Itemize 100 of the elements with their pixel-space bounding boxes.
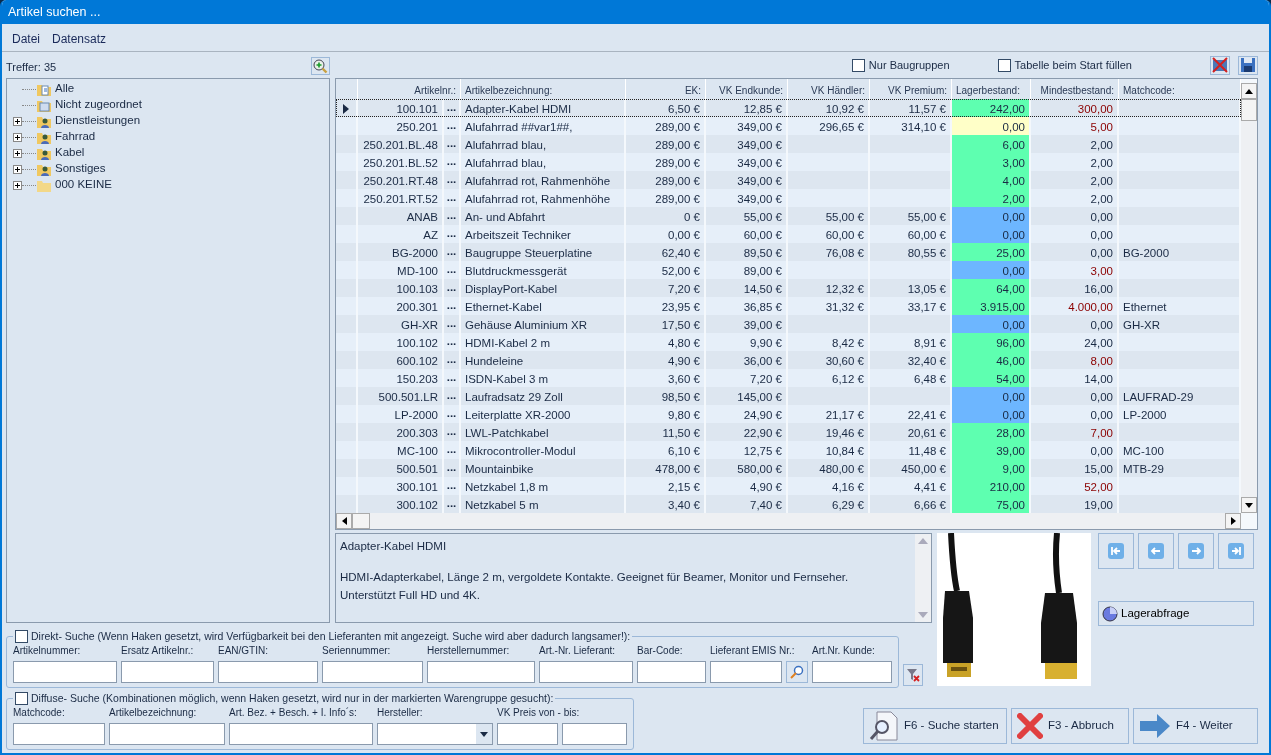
- stock-query-button[interactable]: Lagerabfrage: [1098, 601, 1254, 626]
- save-icon: [1240, 57, 1256, 73]
- dropdown[interactable]: [377, 723, 493, 745]
- stock-cell: 0,00: [952, 261, 1031, 279]
- input-field[interactable]: [637, 661, 706, 683]
- table-row[interactable]: 100.103 ... DisplayPort-Kabel 7,20 € 14,50 € 12,32 € 13,05 € 64,00 16,00: [336, 279, 1241, 297]
- previous-record-button[interactable]: [1138, 533, 1174, 569]
- tree-item[interactable]: Fahrrad: [55, 128, 96, 146]
- stock-cell: 210,00: [952, 477, 1031, 495]
- vertical-scrollbar[interactable]: [915, 534, 931, 622]
- input-field[interactable]: [497, 723, 558, 745]
- action-button[interactable]: F3 - Abbruch: [1011, 708, 1129, 744]
- table-row[interactable]: 300.101 ... Netzkabel 1,8 m 2,15 € 4,90 € 4,16 € 4,41 € 210,00 52,00: [336, 477, 1241, 495]
- stock-cell: 64,00: [952, 279, 1031, 297]
- clear-filter-button[interactable]: [903, 664, 923, 686]
- field-label: Bar-Code:: [637, 644, 684, 658]
- table-row[interactable]: 100.101 ... Adapter-Kabel HDMI 6,50 € 12,85 € 10,92 € 11,57 € 242,00 300,00: [336, 99, 1241, 117]
- input-field[interactable]: [322, 661, 423, 683]
- input-field[interactable]: [562, 723, 627, 745]
- vertical-scrollbar[interactable]: [1241, 83, 1257, 513]
- table-row[interactable]: 500.501.LR ... Laufradsatz 29 Zoll 98,50 € 145,00 € 0,00 0,00 LAUFRAD-29: [336, 387, 1241, 405]
- arrow-right-icon: [1188, 543, 1204, 559]
- table-row[interactable]: ANAB ... An- und Abfahrt 0 € 55,00 € 55,00 € 55,00 € 0,00 0,00: [336, 207, 1241, 225]
- input-field[interactable]: [109, 723, 225, 745]
- table-row[interactable]: 500.501 ... Mountainbike 478,00 € 580,00 € 480,00 € 450,00 € 9,00 15,00 MTB-29: [336, 459, 1241, 477]
- checkbox[interactable]: [997, 58, 1011, 72]
- input-field[interactable]: [710, 661, 782, 683]
- table-row[interactable]: 250.201.RT.48 ... Alufahrrad rot, Rahmenhöhe 289,00 € 349,00 € 4,00 2,00: [336, 171, 1241, 189]
- field-label: Herstellernummer:: [427, 644, 511, 658]
- input-field[interactable]: [13, 661, 117, 683]
- table-row[interactable]: 150.203 ... ISDN-Kabel 3 m 3,60 € 7,20 € 6,12 € 6,48 € 54,00 14,00: [336, 369, 1241, 387]
- group-label: Diffuse- Suche (Kombinationen möglich, wenn Haken gesetzt, wird nur in der markierten Warengruppe gesucht):: [31, 691, 554, 705]
- stock-cell: 96,00: [952, 333, 1031, 351]
- pie-chart-icon: [1102, 605, 1118, 622]
- stock-cell: 0,00: [952, 225, 1031, 243]
- input-field[interactable]: [427, 661, 535, 683]
- menu-item[interactable]: Datei: [12, 30, 40, 45]
- clear-table-button[interactable]: [1210, 55, 1230, 75]
- first-record-button[interactable]: [1098, 533, 1134, 569]
- stock-cell: 242,00: [952, 99, 1031, 117]
- scroll-thumb[interactable]: [1241, 99, 1257, 121]
- input-field[interactable]: [121, 661, 214, 683]
- scroll-up-button[interactable]: [1241, 83, 1257, 99]
- skip-last-icon: [1228, 543, 1244, 559]
- scroll-thumb[interactable]: [352, 513, 370, 529]
- input-field[interactable]: [218, 661, 318, 683]
- right-arrow-icon: [1230, 517, 1236, 525]
- table-row[interactable]: MC-100 ... Mikrocontroller-Modul 6,10 € 12,75 € 10,84 € 11,48 € 39,00 0,00 MC-100: [336, 441, 1241, 459]
- description-text: HDMI-Adapterkabel, Länge 2 m, vergoldete Kontakte. Geeignet für Beamer, Monitor und Fernseher.: [340, 570, 850, 586]
- horizontal-scrollbar[interactable]: [336, 513, 1241, 529]
- window-title: Artikel suchen ...: [8, 5, 101, 19]
- scroll-right-button[interactable]: [1225, 513, 1241, 529]
- tree-item[interactable]: Sonstiges: [55, 160, 106, 178]
- table-row[interactable]: GH-XR ... Gehäuse Aluminium XR 17,50 € 39,00 € 0,00 0,00 GH-XR: [336, 315, 1241, 333]
- table-row[interactable]: BG-2000 ... Baugruppe Steuerplatine 62,40 € 89,50 € 76,08 € 80,55 € 25,00 0,00 BG-2000: [336, 243, 1241, 261]
- table-row[interactable]: 300.102 ... Netzkabel 5 m 3,40 € 7,40 € 6,29 € 6,66 € 75,00 19,00: [336, 495, 1241, 513]
- checkbox[interactable]: [15, 629, 28, 643]
- stock-cell: 4,00: [952, 171, 1031, 189]
- menu-item[interactable]: Datensatz: [52, 30, 107, 45]
- field-label: Seriennummer:: [322, 644, 392, 658]
- action-button[interactable]: F4 - Weiter: [1133, 708, 1258, 744]
- table-row[interactable]: 250.201.BL.48 ... Alufahrrad blau, 289,00 € 349,00 € 6,00 2,00: [336, 135, 1241, 153]
- table-row[interactable]: 200.303 ... LWL-Patchkabel 11,50 € 22,90 € 19,46 € 20,61 € 28,00 7,00: [336, 423, 1241, 441]
- next-record-button[interactable]: [1178, 533, 1214, 569]
- stock-cell: 0,00: [952, 405, 1031, 423]
- table-row[interactable]: 250.201.RT.52 ... Alufahrrad rot, Rahmenhöhe 289,00 € 349,00 € 2,00 2,00: [336, 189, 1241, 207]
- tree-item[interactable]: Dienstleistungen: [55, 112, 141, 130]
- tree-item[interactable]: Alle: [55, 80, 75, 98]
- cross-icon: [1212, 57, 1228, 73]
- arrow-right-icon: [1139, 713, 1171, 739]
- stock-cell: 0,00: [952, 315, 1031, 333]
- table-row[interactable]: AZ ... Arbeitszeit Techniker 0,00 € 60,00 € 60,00 € 60,00 € 0,00 0,00: [336, 225, 1241, 243]
- scroll-down-button[interactable]: [1241, 497, 1257, 513]
- field-label: EAN/GTIN:: [218, 644, 269, 658]
- input-field[interactable]: [13, 723, 105, 745]
- table-row[interactable]: 250.201 ... Alufahrrad ##var1##, 289,00 € 349,00 € 296,65 € 314,10 € 0,00 5,00: [336, 117, 1241, 135]
- table-row[interactable]: 200.301 ... Ethernet-Kabel 23,95 € 36,85 € 31,32 € 33,17 € 3.915,00 4.000,00 Ethernet: [336, 297, 1241, 315]
- action-button[interactable]: F6 - Suche starten: [863, 708, 1007, 744]
- save-button[interactable]: [1238, 55, 1258, 75]
- field-label: Art.-Nr. Lieferant:: [539, 644, 617, 658]
- table-row[interactable]: 600.102 ... Hundeleine 4,90 € 36,00 € 30,60 € 32,40 € 46,00 8,00: [336, 351, 1241, 369]
- field-label: VK Preis von - bis:: [497, 706, 581, 720]
- input-field[interactable]: [812, 661, 892, 683]
- caret-icon: [480, 731, 488, 737]
- stock-cell: 0,00: [952, 207, 1031, 225]
- table-row[interactable]: LP-2000 ... Leiterplatte XR-2000 9,80 € 24,90 € 21,17 € 22,41 € 0,00 0,00 LP-2000: [336, 405, 1241, 423]
- down-arrow-icon: [918, 612, 928, 618]
- tree-item[interactable]: Kabel: [55, 144, 85, 162]
- scroll-left-button[interactable]: [336, 513, 352, 529]
- table-row[interactable]: 100.102 ... HDMI-Kabel 2 m 4,80 € 9,90 € 8,42 € 8,91 € 96,00 24,00: [336, 333, 1241, 351]
- zoom-in-button[interactable]: [311, 57, 330, 75]
- input-field[interactable]: [539, 661, 633, 683]
- checkbox[interactable]: [851, 58, 865, 72]
- table-row[interactable]: 250.201.BL.52 ... Alufahrrad blau, 289,00 € 349,00 € 3,00 2,00: [336, 153, 1241, 171]
- checkbox[interactable]: [15, 691, 28, 705]
- table-row[interactable]: MD-100 ... Blutdruckmessgerät 52,00 € 89,00 € 0,00 3,00: [336, 261, 1241, 279]
- tree-item[interactable]: Nicht zugeordnet: [55, 96, 142, 114]
- tree-item[interactable]: 000 KEINE: [55, 176, 112, 194]
- search-button[interactable]: [786, 661, 808, 683]
- input-field[interactable]: [229, 723, 373, 745]
